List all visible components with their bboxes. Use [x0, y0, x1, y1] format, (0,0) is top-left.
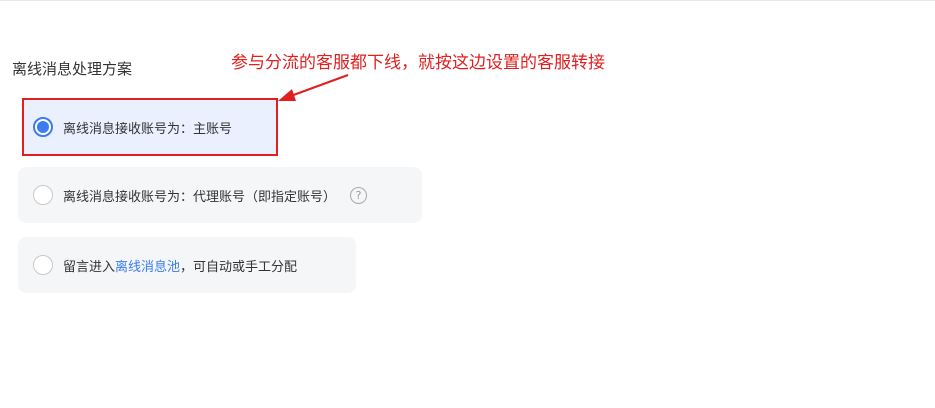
- radio-proxy-account[interactable]: [33, 185, 53, 205]
- option-proxy-account-label: 离线消息接收账号为：代理账号（即指定账号）: [63, 189, 337, 205]
- option-message-pool-prefix: 留言进入: [63, 259, 116, 275]
- radio-main-account[interactable]: [33, 117, 53, 137]
- option-proxy-account[interactable]: 离线消息接收账号为：代理账号（即指定账号） ?: [18, 167, 422, 223]
- question-circle-icon[interactable]: ?: [350, 186, 368, 204]
- section-title: 离线消息处理方案: [12, 60, 133, 78]
- top-divider: [0, 0, 935, 1]
- option-message-pool-label: 留言进入离线消息池，可自动或手工分配: [63, 256, 297, 275]
- annotation-arrow-icon: [278, 73, 349, 101]
- offline-message-pool-link[interactable]: 离线消息池: [115, 260, 180, 275]
- option-message-pool-suffix: ，可自动或手工分配: [180, 259, 298, 275]
- option-main-account[interactable]: 离线消息接收账号为：主账号: [22, 98, 278, 156]
- radio-message-pool[interactable]: [33, 255, 53, 275]
- option-message-pool[interactable]: 留言进入离线消息池，可自动或手工分配: [18, 237, 356, 293]
- option-main-account-label: 离线消息接收账号为：主账号: [63, 121, 233, 137]
